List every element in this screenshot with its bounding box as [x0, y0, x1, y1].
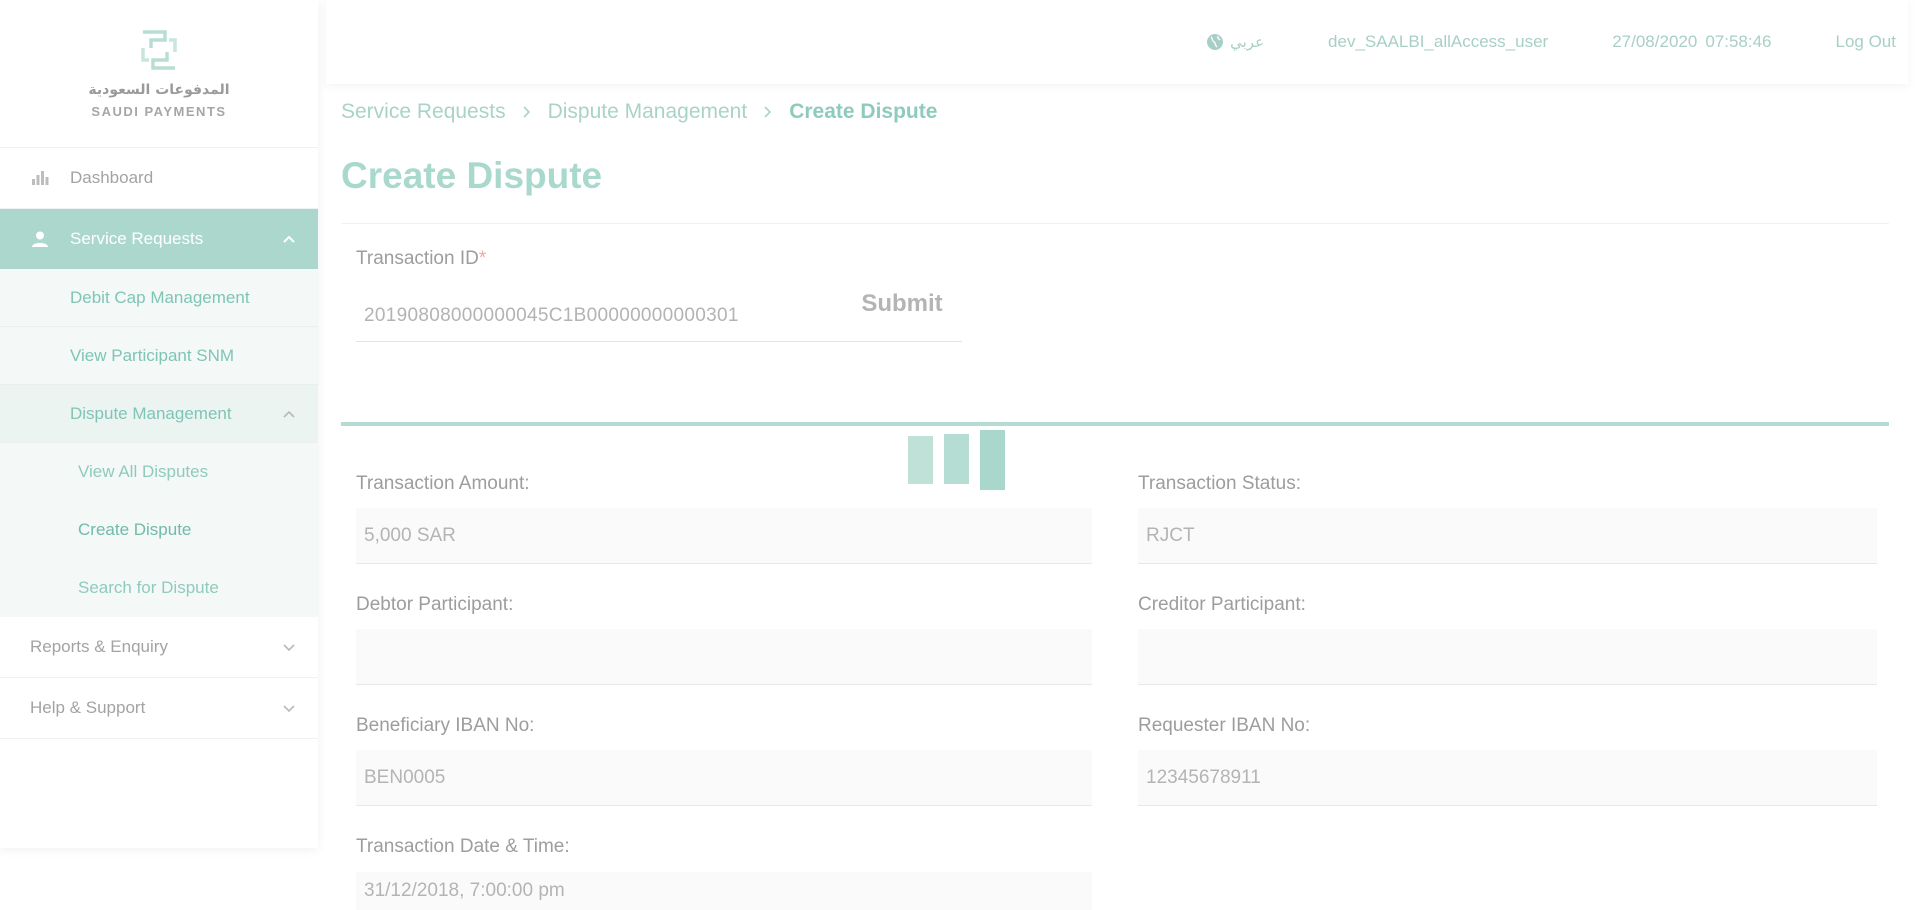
debtor-participant-field [356, 629, 1092, 685]
requester-iban-label: Requester IBAN No: [1138, 715, 1311, 736]
brand-english-name: SAUDI PAYMENTS [91, 104, 227, 119]
sidebar-item-view-all-disputes[interactable]: View All Disputes [0, 443, 318, 501]
sidebar-item-search-for-dispute[interactable]: Search for Dispute [0, 559, 318, 617]
chevron-down-icon [283, 705, 295, 713]
creditor-participant-label: Creditor Participant: [1138, 594, 1306, 615]
required-marker: * [478, 248, 487, 269]
chevron-right-icon [523, 106, 530, 118]
sidebar-item-label: Create Dispute [78, 520, 192, 539]
transaction-id-label: Transaction ID* [356, 248, 486, 270]
sidebar-item-debit-cap-management[interactable]: Debit Cap Management [0, 269, 318, 327]
requester-iban-field: 12345678911 [1138, 750, 1877, 806]
breadcrumb: Service Requests Dispute Management Crea… [341, 100, 937, 124]
chevron-up-icon [283, 410, 295, 418]
transaction-status-field: RJCT [1138, 508, 1877, 564]
sidebar-item-create-dispute[interactable]: Create Dispute [0, 501, 318, 559]
sidebar-item-service-requests[interactable]: Service Requests [0, 209, 318, 269]
transaction-amount-label: Transaction Amount: [356, 473, 530, 494]
breadcrumb-current: Create Dispute [789, 100, 938, 123]
username: dev_SAALBI_allAccess_user [1328, 32, 1549, 51]
title-divider [341, 223, 1889, 224]
sidebar-item-label: Dispute Management [70, 403, 232, 423]
transaction-datetime-label: Transaction Date & Time: [356, 836, 570, 857]
transaction-amount-field: 5,000 SAR [356, 508, 1092, 564]
sidebar-item-view-participant-snm[interactable]: View Participant SNM [0, 327, 318, 385]
dashboard-bars-icon [30, 168, 50, 188]
page-title: Create Dispute [341, 155, 603, 196]
breadcrumb-item-dispute-management[interactable]: Dispute Management [548, 100, 748, 124]
session-time: 07:58:46 [1705, 32, 1772, 51]
app-root: المدفوعات السعودية SAUDI PAYMENTS Dashbo… [0, 0, 1920, 910]
chevron-right-icon [764, 106, 772, 118]
sidebar-item-reports-enquiry[interactable]: Reports & Enquiry [0, 617, 318, 678]
session-date: 27/08/2020 [1612, 32, 1698, 51]
section-divider [341, 422, 1889, 426]
sidebar-item-label: View All Disputes [78, 462, 209, 481]
chevron-up-icon [283, 235, 295, 243]
sidebar-item-label: Search for Dispute [78, 578, 219, 597]
loading-bar [980, 430, 1005, 490]
session-datetime: 27/08/2020 07:58:46 [1612, 32, 1771, 52]
debtor-participant-label: Debtor Participant: [356, 594, 514, 615]
top-bar: عربي dev_SAALBI_allAccess_user 27/08/202… [326, 0, 1908, 84]
brand-arabic-name: المدفوعات السعودية [88, 82, 230, 98]
sidebar-item-dashboard[interactable]: Dashboard [0, 148, 318, 209]
sidebar-item-help-support[interactable]: Help & Support [0, 678, 318, 739]
submit-button[interactable]: Submit [850, 284, 954, 324]
breadcrumb-item-service-requests[interactable]: Service Requests [341, 100, 506, 124]
transaction-id-label-text: Transaction ID [356, 248, 479, 269]
sidebar-item-label: Service Requests [70, 229, 204, 248]
sidebar-item-dispute-management[interactable]: Dispute Management [0, 385, 318, 443]
language-switch[interactable]: عربي [1206, 33, 1264, 51]
sidebar-item-label: View Participant SNM [70, 345, 235, 365]
sidebar-item-label: Dashboard [70, 168, 154, 187]
globe-icon [1207, 34, 1224, 50]
brand-logo[interactable]: المدفوعات السعودية SAUDI PAYMENTS [0, 0, 318, 148]
creditor-participant-field [1138, 629, 1877, 685]
sidebar-item-label: Help & Support [30, 698, 146, 717]
sidebar: المدفوعات السعودية SAUDI PAYMENTS Dashbo… [0, 0, 318, 848]
loading-bar [908, 436, 933, 484]
loading-bar [944, 434, 969, 484]
logout-link[interactable]: Log Out [1836, 32, 1897, 52]
chevron-down-icon [283, 644, 295, 652]
saudi-payments-logo-icon [141, 30, 177, 70]
beneficiary-iban-label: Beneficiary IBAN No: [356, 715, 535, 736]
user-icon [30, 229, 50, 249]
sidebar-item-label: Reports & Enquiry [30, 637, 168, 656]
transaction-datetime-field: 31/12/2018, 7:00:00 pm [356, 872, 1092, 910]
language-label: عربي [1230, 33, 1265, 51]
sidebar-item-label: Debit Cap Management [70, 287, 250, 307]
beneficiary-iban-field: BEN0005 [356, 750, 1092, 806]
loading-indicator [908, 430, 1008, 492]
transaction-status-label: Transaction Status: [1138, 473, 1301, 494]
